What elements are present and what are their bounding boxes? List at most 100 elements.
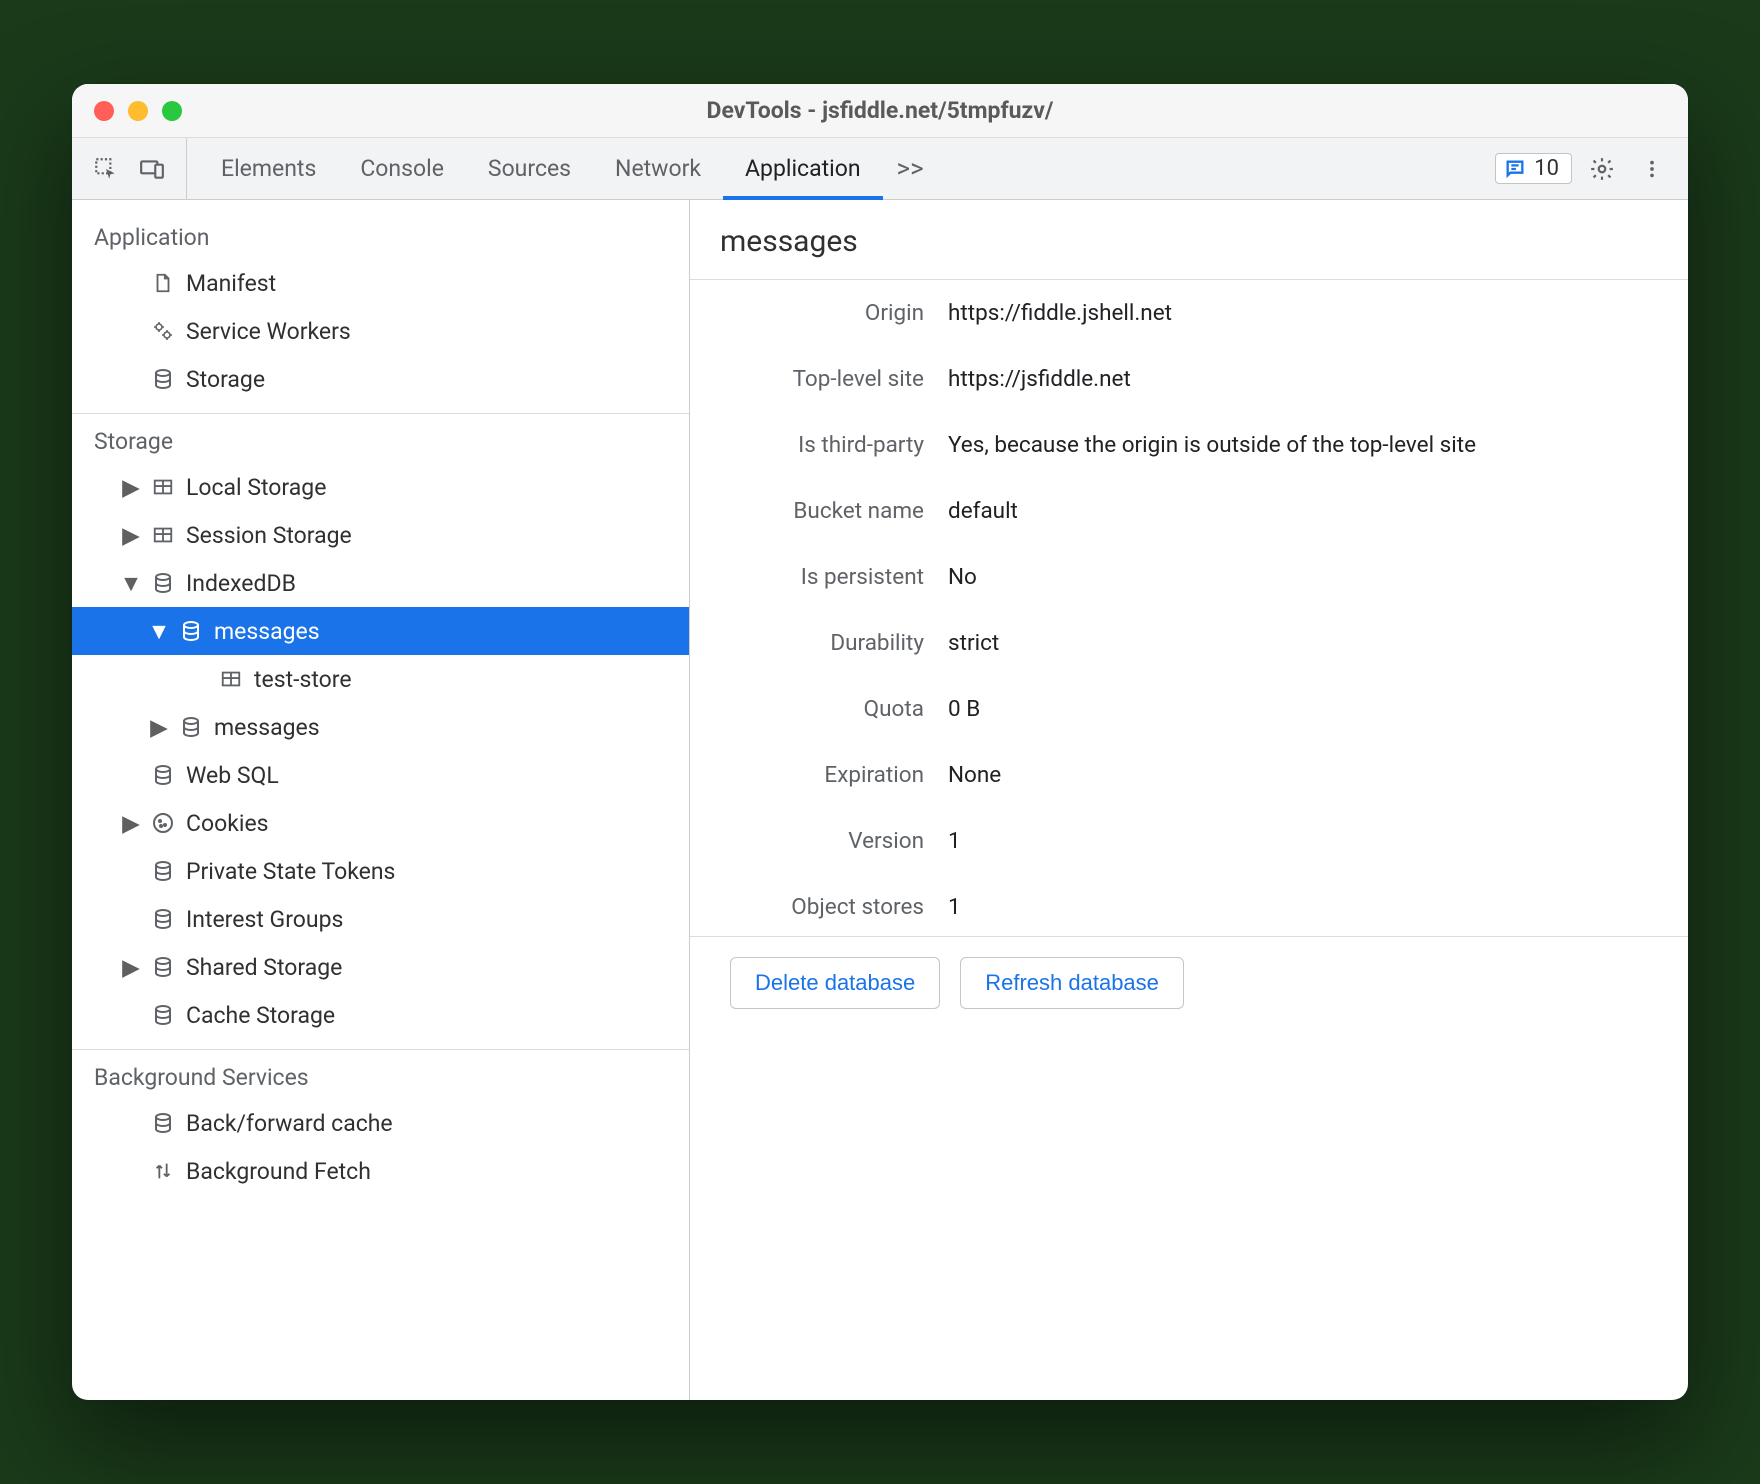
database-icon — [178, 714, 204, 740]
delete-database-button[interactable]: Delete database — [730, 957, 940, 1009]
sidebar-item-label: IndexedDB — [186, 570, 296, 597]
sidebar-item-private-state-tokens[interactable]: ▶ Private State Tokens — [72, 847, 689, 895]
sidebar-item-background-fetch[interactable]: ▶ Background Fetch — [72, 1147, 689, 1195]
chevron-right-icon: ▶ — [122, 474, 140, 501]
prop-key: Is third-party — [714, 432, 924, 458]
sidebar-item-bfcache[interactable]: ▶ Back/forward cache — [72, 1099, 689, 1147]
tab-application[interactable]: Application — [723, 138, 883, 199]
window-title: DevTools - jsfiddle.net/5tmpfuzv/ — [72, 97, 1688, 124]
traffic-lights — [94, 101, 182, 121]
database-icon — [150, 1110, 176, 1136]
sidebar-item-service-workers[interactable]: ▶ Service Workers — [72, 307, 689, 355]
sidebar-item-label: Session Storage — [186, 522, 352, 549]
inspect-element-icon[interactable] — [86, 149, 126, 189]
sidebar-item-label: Cache Storage — [186, 1002, 335, 1029]
tab-elements[interactable]: Elements — [199, 138, 338, 199]
title-bar: DevTools - jsfiddle.net/5tmpfuzv/ — [72, 84, 1688, 138]
section-application-title: Application — [72, 210, 689, 259]
prop-key: Is persistent — [714, 564, 924, 590]
issues-button[interactable]: 10 — [1495, 153, 1572, 184]
up-down-arrows-icon — [150, 1158, 176, 1184]
table-icon — [150, 522, 176, 548]
device-toolbar-icon[interactable] — [132, 149, 172, 189]
chevron-down-icon: ▼ — [122, 570, 140, 597]
prop-key: Bucket name — [714, 498, 924, 524]
sidebar-item-label: Shared Storage — [186, 954, 342, 981]
sidebar-item-object-store-test-store[interactable]: ▶ test-store — [72, 655, 689, 703]
sidebar-item-session-storage[interactable]: ▶ Session Storage — [72, 511, 689, 559]
sidebar-item-indexeddb-messages[interactable]: ▼ messages — [72, 607, 689, 655]
prop-key: Origin — [714, 300, 924, 326]
prop-value: strict — [948, 630, 1664, 656]
sidebar-item-label: messages — [214, 618, 320, 645]
sidebar-item-label: Cookies — [186, 810, 269, 837]
devtools-window: DevTools - jsfiddle.net/5tmpfuzv/ Elemen… — [72, 84, 1688, 1400]
tab-network[interactable]: Network — [593, 138, 723, 199]
prop-value: 1 — [948, 828, 1664, 854]
prop-key: Quota — [714, 696, 924, 722]
tab-sources[interactable]: Sources — [466, 138, 593, 199]
database-icon — [150, 858, 176, 884]
settings-icon[interactable] — [1582, 149, 1622, 189]
chevron-right-icon: ▶ — [122, 954, 140, 981]
sidebar-item-manifest[interactable]: ▶ Manifest — [72, 259, 689, 307]
gears-icon — [150, 318, 176, 344]
sidebar-item-cache-storage[interactable]: ▶ Cache Storage — [72, 991, 689, 1039]
prop-value: https://fiddle.jshell.net — [948, 300, 1664, 326]
prop-key: Expiration — [714, 762, 924, 788]
table-icon — [150, 474, 176, 500]
database-icon — [178, 618, 204, 644]
cookie-icon — [150, 810, 176, 836]
sidebar-item-label: Manifest — [186, 270, 276, 297]
prop-key: Top-level site — [714, 366, 924, 392]
tabs-overflow-button[interactable]: >> — [883, 138, 938, 199]
sidebar-item-label: messages — [214, 714, 320, 741]
panel-tab-strip: Elements Console Sources Network Applica… — [72, 138, 1688, 200]
sidebar-item-label: Back/forward cache — [186, 1110, 393, 1137]
sidebar-item-label: Background Fetch — [186, 1158, 371, 1185]
refresh-database-button[interactable]: Refresh database — [960, 957, 1184, 1009]
chevron-down-icon: ▼ — [150, 618, 168, 645]
sidebar-item-web-sql[interactable]: ▶ Web SQL — [72, 751, 689, 799]
prop-value: 0 B — [948, 696, 1664, 722]
sidebar-item-local-storage[interactable]: ▶ Local Storage — [72, 463, 689, 511]
detail-title: messages — [690, 200, 1688, 280]
database-icon — [150, 762, 176, 788]
prop-value: default — [948, 498, 1664, 524]
maximize-window-button[interactable] — [162, 101, 182, 121]
kebab-menu-icon[interactable] — [1632, 149, 1672, 189]
prop-value: No — [948, 564, 1664, 590]
panel-tabs: Elements Console Sources Network Applica… — [199, 138, 883, 199]
sidebar-item-cookies[interactable]: ▶ Cookies — [72, 799, 689, 847]
file-icon — [150, 270, 176, 296]
close-window-button[interactable] — [94, 101, 114, 121]
section-storage-title: Storage — [72, 414, 689, 463]
detail-pane: messages Origin https://fiddle.jshell.ne… — [690, 200, 1688, 1400]
database-icon — [150, 954, 176, 980]
sidebar-item-shared-storage[interactable]: ▶ Shared Storage — [72, 943, 689, 991]
issues-count: 10 — [1534, 156, 1559, 181]
tab-console[interactable]: Console — [338, 138, 466, 199]
sidebar-item-indexeddb-messages-2[interactable]: ▶ messages — [72, 703, 689, 751]
sidebar-item-label: Storage — [186, 366, 265, 393]
database-icon — [150, 1002, 176, 1028]
prop-value: https://jsfiddle.net — [948, 366, 1664, 392]
application-sidebar: Application ▶ Manifest ▶ Service Workers — [72, 200, 690, 1400]
sidebar-item-label: test-store — [254, 666, 352, 693]
chevron-right-icon: ▶ — [122, 522, 140, 549]
sidebar-item-interest-groups[interactable]: ▶ Interest Groups — [72, 895, 689, 943]
sidebar-item-storage[interactable]: ▶ Storage — [72, 355, 689, 403]
sidebar-item-label: Web SQL — [186, 762, 279, 789]
sidebar-item-label: Interest Groups — [186, 906, 343, 933]
prop-value: None — [948, 762, 1664, 788]
section-background-title: Background Services — [72, 1050, 689, 1099]
sidebar-item-label: Service Workers — [186, 318, 351, 345]
chevron-right-icon: ▶ — [150, 714, 168, 741]
prop-key: Durability — [714, 630, 924, 656]
database-icon — [150, 906, 176, 932]
sidebar-item-indexeddb[interactable]: ▼ IndexedDB — [72, 559, 689, 607]
sidebar-item-label: Private State Tokens — [186, 858, 395, 885]
minimize-window-button[interactable] — [128, 101, 148, 121]
prop-value: 1 — [948, 894, 1664, 920]
issues-icon — [1504, 158, 1526, 180]
